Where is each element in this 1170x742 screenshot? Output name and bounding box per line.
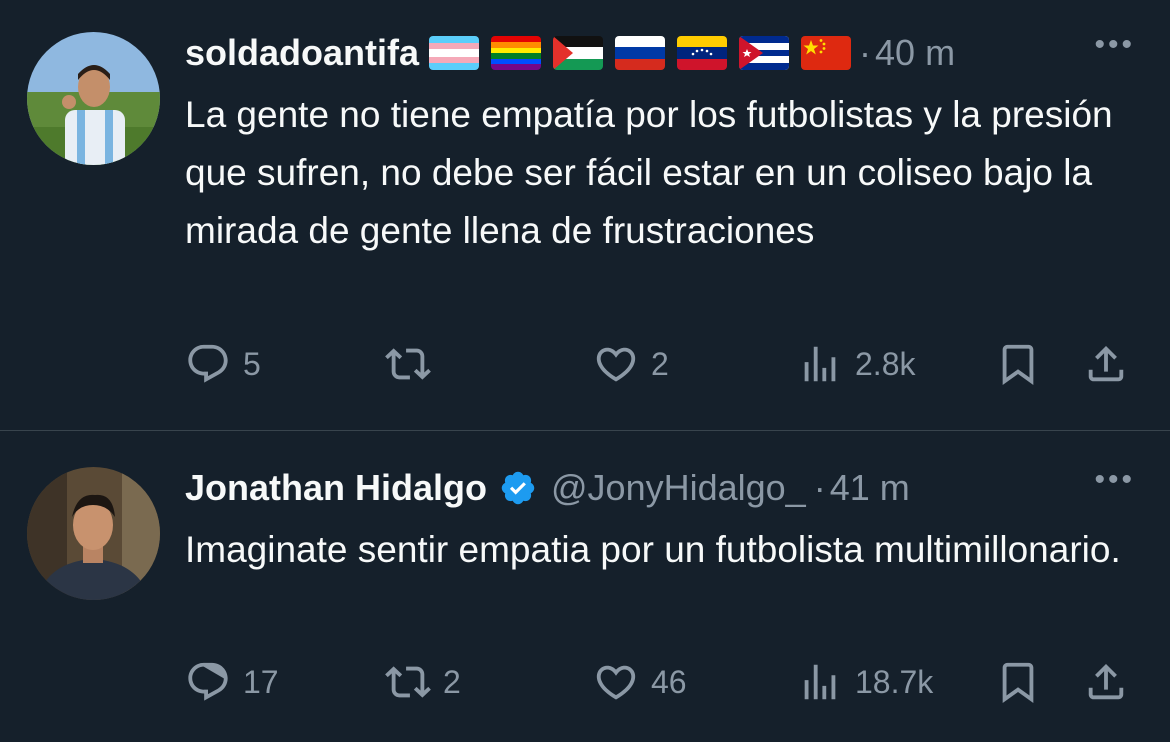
cuba-flag-icon <box>739 36 790 70</box>
reply-count: 17 <box>243 663 279 700</box>
author-name[interactable]: Jonathan Hidalgo <box>185 466 487 510</box>
view-count: 2.8k <box>855 345 916 382</box>
tweet-actions: 5 2 2.8k <box>185 341 1140 391</box>
tweet-text: Imaginate sentir empatia por un futbolis… <box>185 529 1121 570</box>
retweet-count: 2 <box>443 663 461 700</box>
reply-icon <box>188 662 228 701</box>
retweet-button[interactable] <box>385 341 443 387</box>
more-options-icon[interactable]: ••• <box>1094 28 1135 62</box>
like-button[interactable]: 2 <box>593 341 669 387</box>
timestamp[interactable]: 40 m <box>875 31 955 75</box>
views-icon <box>804 346 836 382</box>
bookmark-button[interactable] <box>995 659 1041 705</box>
bookmark-icon <box>1002 662 1034 703</box>
avatar[interactable] <box>27 467 160 600</box>
venezuela-flag-icon <box>677 36 728 70</box>
reply-button[interactable]: 5 <box>185 341 261 387</box>
heart-icon <box>596 347 636 382</box>
separator-dot: · <box>859 32 872 73</box>
reply-button[interactable]: 17 <box>185 659 279 705</box>
bookmark-button[interactable] <box>995 341 1041 387</box>
retweet-icon <box>385 666 431 698</box>
reply-icon <box>188 344 228 383</box>
views-button[interactable]: 2.8k <box>797 341 915 387</box>
like-button[interactable]: 46 <box>593 659 687 705</box>
tweet[interactable]: Jonathan Hidalgo @JonyHidalgo_ · 41 m ••… <box>0 431 1170 742</box>
palestine-flag-icon <box>553 36 604 70</box>
rainbow-flag-icon <box>491 36 542 70</box>
reply-count: 5 <box>243 345 261 382</box>
views-icon <box>804 664 836 700</box>
share-icon <box>1088 345 1124 382</box>
like-count: 46 <box>651 663 687 700</box>
bookmark-icon <box>1002 344 1034 385</box>
author-name[interactable]: soldadoantifa <box>185 31 419 75</box>
heart-icon <box>596 665 636 700</box>
views-button[interactable]: 18.7k <box>797 659 933 705</box>
more-options-icon[interactable]: ••• <box>1094 463 1135 497</box>
like-count: 2 <box>651 345 669 382</box>
verified-badge-icon[interactable] <box>499 469 537 507</box>
share-button[interactable] <box>1083 659 1129 705</box>
flag-emoji-list <box>429 36 852 70</box>
share-icon <box>1088 663 1124 700</box>
tweet-actions: 17 2 46 18.7k <box>185 659 1140 709</box>
tweet[interactable]: soldadoantifa · 40 m ••• La gente no tie… <box>0 0 1170 430</box>
russia-flag-icon <box>615 36 666 70</box>
retweet-icon <box>385 348 431 380</box>
tweet-text: La gente no tiene empatía por los futbol… <box>185 94 1113 251</box>
author-handle[interactable]: @JonyHidalgo_ <box>551 466 806 510</box>
view-count: 18.7k <box>855 663 934 700</box>
trans-flag-icon <box>429 36 480 70</box>
avatar[interactable] <box>27 32 160 165</box>
china-flag-icon <box>801 36 852 70</box>
timestamp[interactable]: 41 m <box>830 466 910 510</box>
share-button[interactable] <box>1083 341 1129 387</box>
retweet-button[interactable]: 2 <box>385 659 461 705</box>
separator-dot: · <box>813 467 826 508</box>
